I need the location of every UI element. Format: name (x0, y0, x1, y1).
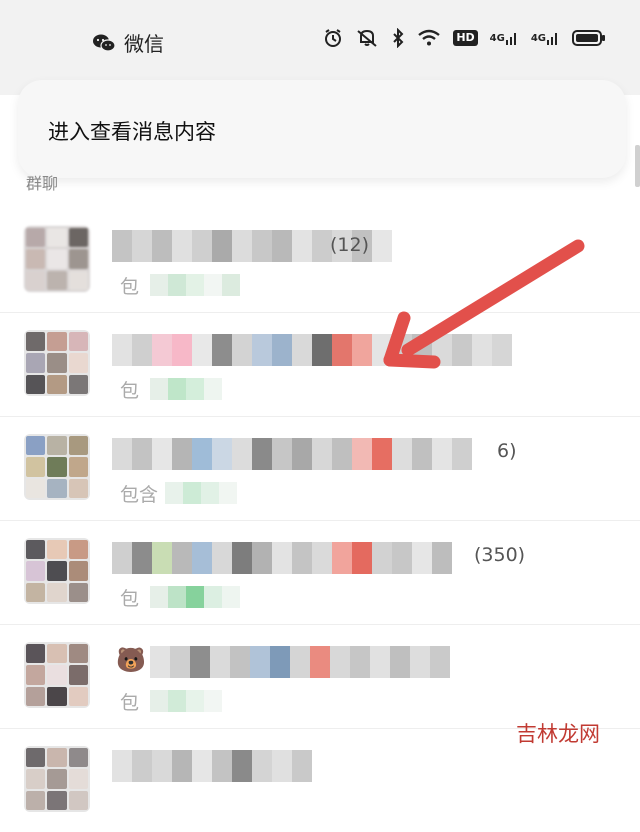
chat-title-redacted (112, 334, 532, 366)
chat-subtitle: 包 (120, 380, 140, 402)
chat-preview-redacted (150, 586, 290, 608)
notification-banner[interactable]: 进入查看消息内容 (18, 80, 626, 178)
group-avatar (24, 538, 90, 604)
bluetooth-icon (391, 28, 405, 48)
chat-preview-redacted (165, 482, 305, 504)
hd-badge: HD (453, 30, 478, 46)
chat-row[interactable]: (350) 包 (0, 520, 640, 625)
chat-subtitle: 包 (120, 692, 140, 714)
watermark: 吉林龙网 (516, 722, 600, 746)
chat-title-tail: (12) (330, 234, 370, 256)
signal-icon-2: 4G (531, 30, 560, 46)
chat-row[interactable]: 包 (0, 312, 640, 417)
chat-title-redacted (112, 230, 532, 262)
status-left: 微信 (92, 28, 164, 57)
signal-icon-1: 4G (490, 30, 519, 46)
bear-emoji: 🐻 (116, 646, 146, 674)
battery-icon (572, 29, 606, 47)
status-icons: HD 4G 4G (323, 28, 606, 48)
chat-title-redacted (112, 542, 532, 574)
section-header: 群聊 (26, 174, 59, 193)
chat-row[interactable]: (12) 包 (0, 208, 640, 313)
net2-label: 4G (530, 32, 546, 44)
chat-title-tail: (350) (474, 544, 526, 566)
app-name: 微信 (124, 32, 164, 56)
chat-preview-redacted (150, 378, 290, 400)
chat-title-redacted (112, 750, 532, 782)
chat-subtitle: 包 (120, 588, 140, 610)
group-avatar (24, 434, 90, 500)
chat-subtitle: 包 (120, 276, 140, 298)
scrollbar[interactable] (635, 145, 640, 187)
group-avatar (24, 642, 90, 708)
group-avatar (24, 226, 90, 292)
net1-label: 4G (489, 32, 505, 44)
chat-title-redacted (150, 646, 530, 678)
mute-icon (355, 28, 379, 48)
chat-title-tail: 6) (497, 440, 517, 462)
chat-preview-redacted (150, 690, 290, 712)
group-avatar (24, 330, 90, 396)
notification-text: 进入查看消息内容 (48, 120, 216, 144)
wifi-icon (417, 29, 441, 47)
group-avatar (24, 746, 90, 812)
wechat-icon (92, 33, 116, 53)
chat-row[interactable]: 6) 包含 (0, 416, 640, 521)
chat-subtitle: 包含 (120, 484, 159, 506)
chat-title-redacted (112, 438, 532, 470)
chat-row[interactable]: 🐻 包 (0, 624, 640, 729)
chat-preview-redacted (150, 274, 290, 296)
alarm-icon (323, 28, 343, 48)
